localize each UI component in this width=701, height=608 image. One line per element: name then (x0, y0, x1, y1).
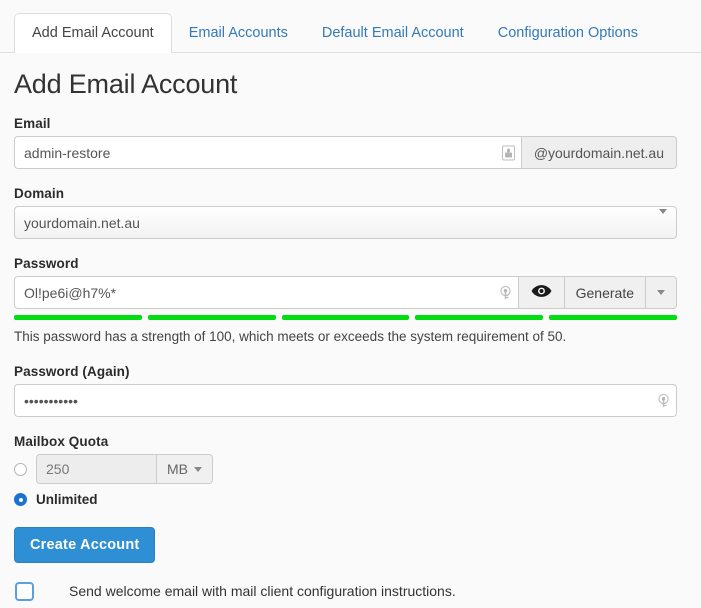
mailbox-quota-label: Mailbox Quota (14, 434, 109, 449)
strength-bar (549, 315, 677, 320)
email-input-wrap (14, 136, 522, 169)
strength-bar (14, 315, 142, 320)
page-title: Add Email Account (14, 69, 238, 99)
tab-bar: Add Email Account Email Accounts Default… (0, 0, 701, 53)
tab-label: Configuration Options (497, 24, 638, 41)
strength-bar (415, 315, 544, 320)
domain-label: Domain (14, 186, 65, 201)
password-strength-message: This password has a strength of 100, whi… (14, 329, 567, 344)
tab-email-accounts[interactable]: Email Accounts (172, 13, 305, 54)
generate-options-dropdown-button[interactable] (646, 276, 677, 309)
password-field-group: Password Ol!pe6i@h7%* Generate This pass… (14, 256, 687, 344)
password-input-wrap (14, 276, 519, 309)
strength-bar (147, 315, 276, 320)
domain-selected-value: yourdomain.net.au (24, 214, 140, 231)
tab-add-email-account[interactable]: Add Email Account (14, 12, 172, 53)
add-email-account-form: Add Email Account Email @yourdomain.net.… (0, 53, 701, 601)
tab-configuration-options[interactable]: Configuration Options (481, 13, 655, 54)
quota-unlimited-label: Unlimited (36, 492, 98, 507)
domain-field-group: Domain yourdomain.net.au (14, 186, 687, 239)
email-label: Email (14, 116, 51, 131)
tab-label: Add Email Account (32, 24, 154, 41)
create-account-button[interactable]: Create Account (14, 527, 156, 563)
tab-default-email-account[interactable]: Default Email Account (305, 13, 481, 54)
tab-label: Default Email Account (321, 24, 464, 41)
quota-limited-radio[interactable] (14, 462, 27, 476)
eye-icon (531, 284, 552, 301)
quota-unlimited-radio[interactable] (14, 493, 27, 506)
strength-bar (281, 315, 410, 320)
send-welcome-email-checkbox[interactable] (15, 581, 34, 601)
chevron-down-icon (194, 466, 202, 472)
chevron-down-icon (657, 290, 665, 295)
tab-label: Email Accounts (188, 24, 288, 41)
quota-unlimited-row: Unlimited (14, 492, 687, 507)
mailbox-quota-group: Mailbox Quota MB Unlimited (14, 434, 687, 507)
password-input[interactable] (14, 276, 519, 309)
email-input-group: @yourdomain.net.au (14, 136, 677, 169)
generate-password-button[interactable]: Generate (564, 276, 646, 309)
domain-select[interactable]: yourdomain.net.au (14, 206, 677, 239)
quota-unit-label: MB (167, 461, 188, 477)
domain-select-wrap: yourdomain.net.au (14, 206, 677, 239)
send-welcome-email-label: Send welcome email with mail client conf… (69, 583, 456, 599)
email-input[interactable] (14, 136, 522, 169)
quota-limited-row: MB (14, 454, 687, 484)
quota-value-input[interactable] (36, 454, 157, 484)
toggle-password-visibility-button[interactable] (518, 276, 565, 309)
password-label: Password (14, 256, 79, 271)
password-again-field-group: Password (Again) (14, 364, 687, 417)
password-input-group: Generate (14, 276, 677, 309)
password-again-input-group (14, 384, 677, 417)
email-field-group: Email @yourdomain.net.au (14, 116, 687, 169)
generate-label: Generate (575, 284, 634, 301)
welcome-email-row: Send welcome email with mail client conf… (14, 581, 687, 601)
password-again-label: Password (Again) (14, 364, 130, 379)
password-again-input-wrap (14, 384, 677, 417)
email-domain-suffix: @yourdomain.net.au (521, 136, 677, 169)
password-again-input[interactable] (14, 384, 677, 417)
quota-unit-dropdown[interactable]: MB (157, 454, 213, 484)
password-strength-meter (14, 315, 677, 320)
